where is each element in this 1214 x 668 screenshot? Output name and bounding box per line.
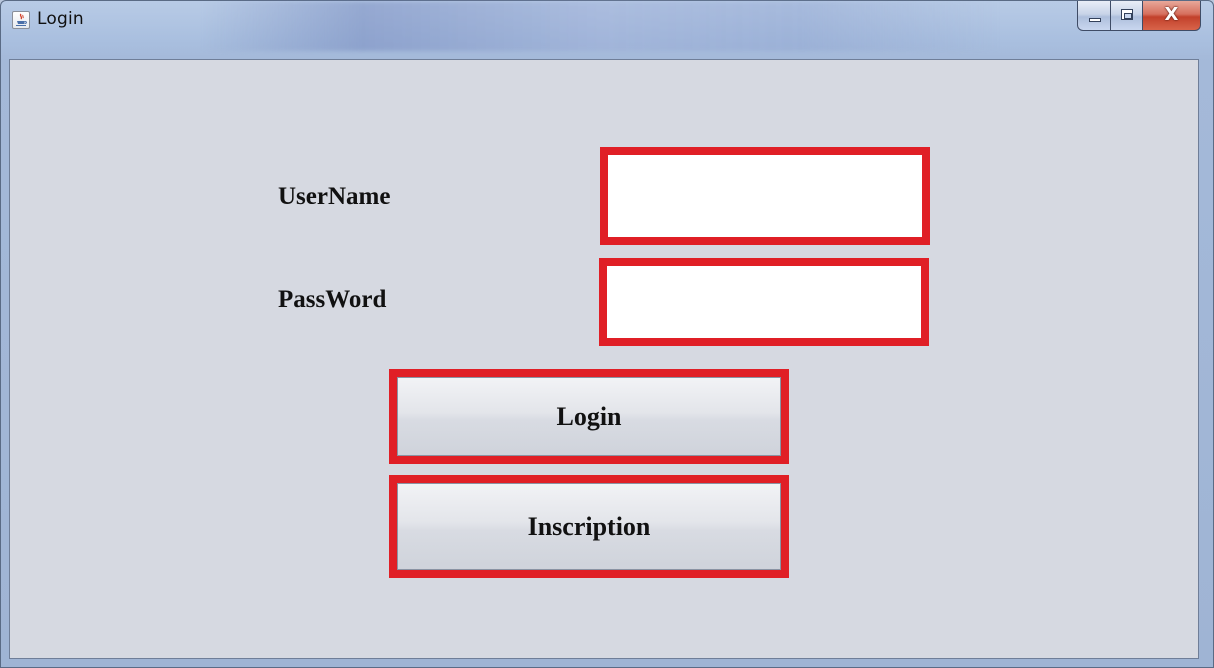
- inscription-button-label: Inscription: [527, 511, 651, 541]
- login-button-label: Login: [556, 401, 622, 431]
- username-field[interactable]: [600, 147, 930, 245]
- java-app-icon[interactable]: [12, 11, 30, 29]
- titlebar[interactable]: Login X: [1, 1, 1214, 59]
- login-panel: UserName PassWord Login Inscription: [9, 59, 1199, 659]
- window-title: Login: [37, 9, 84, 29]
- password-label: PassWord: [278, 286, 387, 313]
- maximize-icon: [1121, 9, 1133, 20]
- inscription-button[interactable]: Inscription: [389, 475, 789, 578]
- login-window: Login X UserName PassWord Login Inscript…: [0, 0, 1214, 668]
- login-button[interactable]: Login: [389, 369, 789, 464]
- password-field[interactable]: [599, 258, 929, 346]
- minimize-button[interactable]: [1077, 1, 1111, 31]
- close-button[interactable]: X: [1143, 1, 1201, 31]
- java-cup-icon: [16, 13, 27, 26]
- window-controls: X: [1077, 1, 1201, 31]
- username-label: UserName: [278, 183, 391, 210]
- close-icon: X: [1164, 4, 1179, 25]
- maximize-button[interactable]: [1111, 1, 1143, 31]
- minimize-icon: [1089, 18, 1101, 22]
